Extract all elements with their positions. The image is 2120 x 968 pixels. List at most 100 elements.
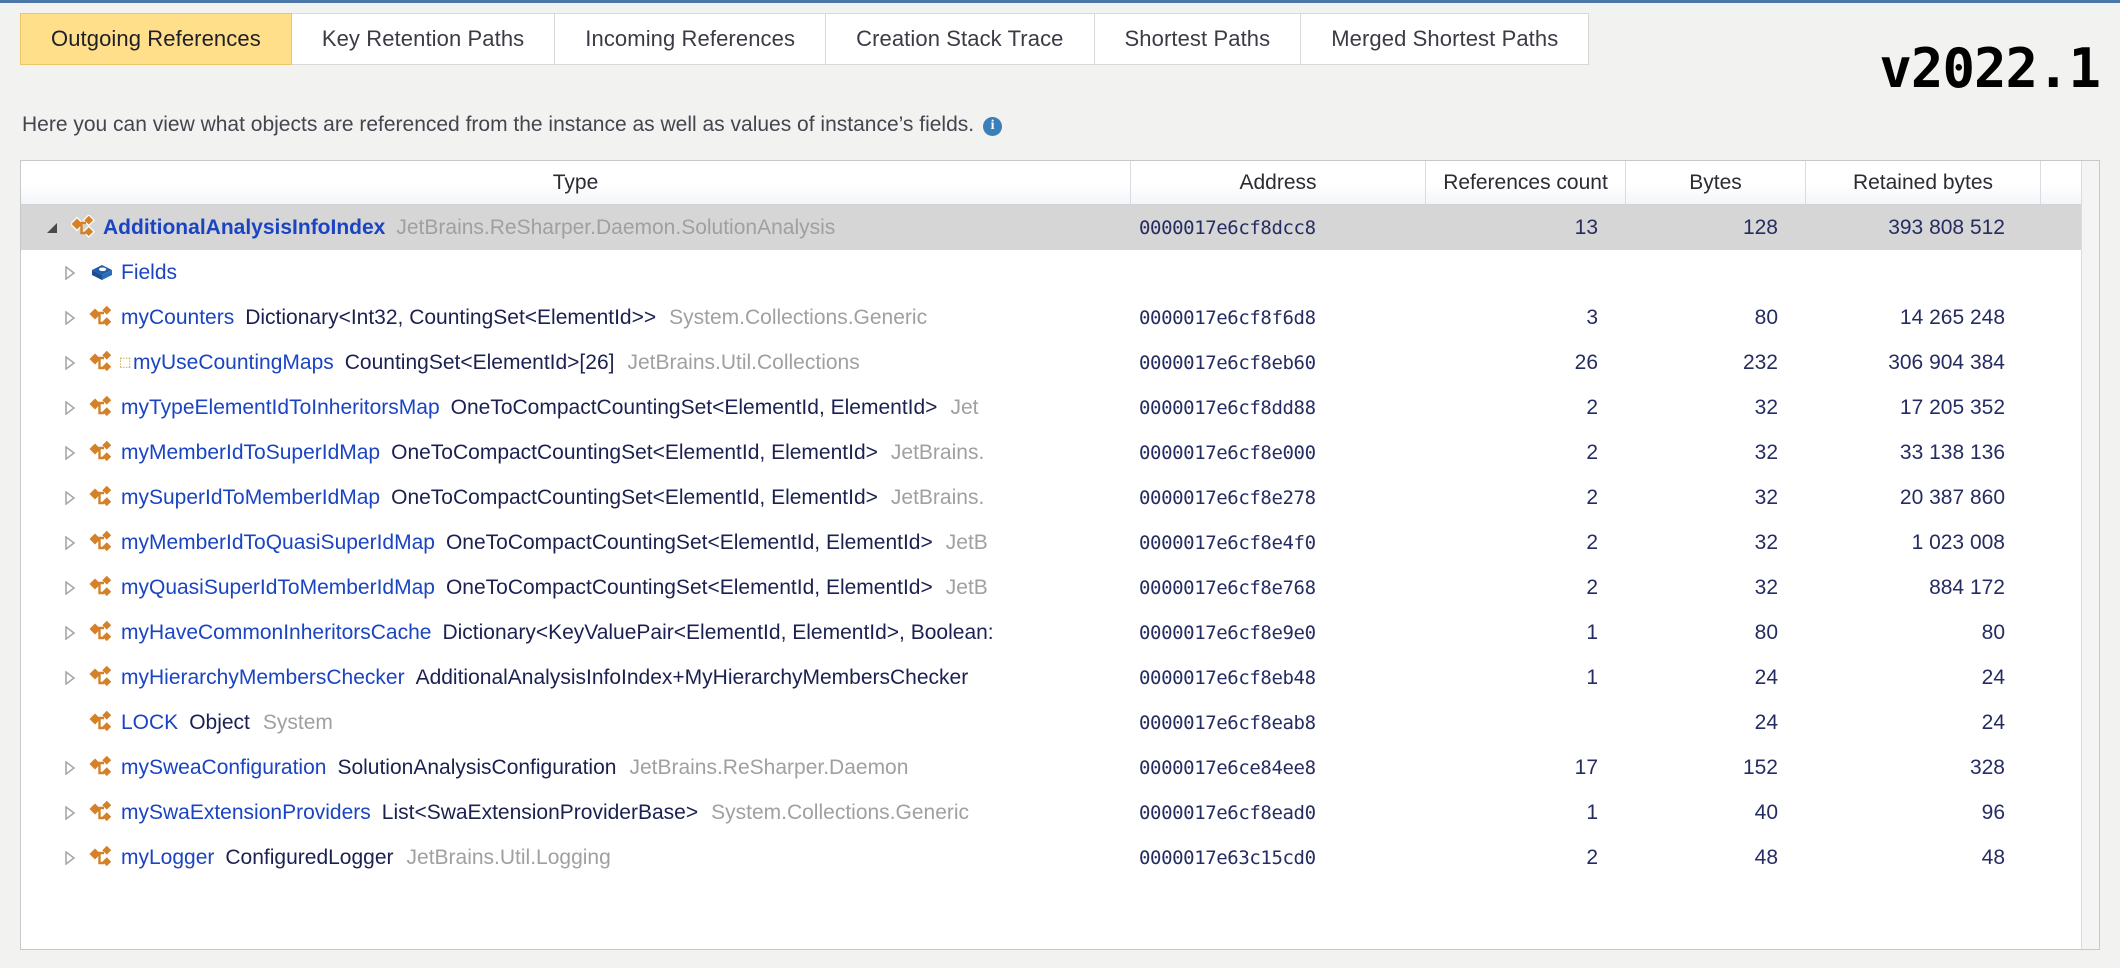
collapse-triangle-icon[interactable] — [39, 221, 65, 235]
class-icon — [83, 350, 121, 376]
fields-box-icon-glyph — [89, 260, 115, 286]
table-row[interactable]: myLoggerConfiguredLoggerJetBrains.Util.L… — [21, 835, 2099, 880]
column-header-references-count[interactable]: References count — [1426, 161, 1626, 204]
cell-address: 0000017e6cf8ead0 — [1131, 790, 1426, 835]
table-row[interactable]: mySwaExtensionProvidersList<SwaExtension… — [21, 790, 2099, 835]
column-header-type[interactable]: Type — [21, 161, 1131, 204]
cell-type: myQuasiSuperIdToMemberIdMapOneToCompactC… — [21, 565, 1131, 610]
array-badge-icon: ⬚ — [119, 356, 132, 369]
member-type: OneToCompactCountingSet<ElementId, Eleme… — [391, 486, 878, 510]
vertical-scrollbar[interactable] — [2081, 161, 2099, 950]
cell-bytes: 32 — [1626, 475, 1806, 520]
cell-bytes: 24 — [1626, 655, 1806, 700]
member-type: OneToCompactCountingSet<ElementId, Eleme… — [451, 396, 938, 420]
member-name[interactable]: myLogger — [121, 846, 214, 870]
cell-address: 0000017e6cf8eab8 — [1131, 700, 1426, 745]
member-name[interactable]: mySuperIdToMemberIdMap — [121, 486, 380, 510]
cell-retained-bytes: 306 904 384 — [1806, 340, 2041, 385]
cell-bytes: 24 — [1626, 700, 1806, 745]
table-row[interactable]: myMemberIdToSuperIdMapOneToCompactCounti… — [21, 430, 2099, 475]
member-name[interactable]: myMemberIdToQuasiSuperIdMap — [121, 531, 435, 555]
member-namespace: JetBrains. — [891, 441, 984, 465]
table-row[interactable]: ⬚myUseCountingMapsCountingSet<ElementId>… — [21, 340, 2099, 385]
class-icon-glyph — [89, 440, 115, 466]
class-icon-glyph — [89, 485, 115, 511]
info-icon[interactable]: i — [983, 117, 1002, 136]
tab-merged-shortest-paths[interactable]: Merged Shortest Paths — [1301, 13, 1589, 65]
class-icon — [83, 710, 121, 736]
expand-triangle-icon[interactable] — [57, 311, 83, 325]
outgoing-references-panel: Outgoing ReferencesKey Retention PathsIn… — [0, 0, 2120, 968]
member-name[interactable]: myHaveCommonInheritorsCache — [121, 621, 431, 645]
expand-triangle-icon[interactable] — [57, 356, 83, 370]
fields-box-icon — [83, 260, 121, 286]
cell-address: 0000017e63c15cd0 — [1131, 835, 1426, 880]
expand-triangle-icon[interactable] — [57, 581, 83, 595]
member-name[interactable]: mySwaExtensionProviders — [121, 801, 371, 825]
column-header-address[interactable]: Address — [1131, 161, 1426, 204]
expand-triangle-icon[interactable] — [57, 626, 83, 640]
cell-retained-bytes: 80 — [1806, 610, 2041, 655]
expand-triangle-icon[interactable] — [57, 671, 83, 685]
class-icon — [83, 485, 121, 511]
expand-triangle-icon[interactable] — [57, 446, 83, 460]
expand-triangle-icon[interactable] — [57, 806, 83, 820]
table-row[interactable]: myHaveCommonInheritorsCacheDictionary<Ke… — [21, 610, 2099, 655]
panel-description-text: Here you can view what objects are refer… — [22, 113, 974, 137]
member-name[interactable]: myMemberIdToSuperIdMap — [121, 441, 380, 465]
class-icon — [83, 395, 121, 421]
tab-outgoing-references[interactable]: Outgoing References — [20, 13, 292, 65]
cell-references-count: 13 — [1426, 205, 1626, 250]
cell-retained-bytes: 884 172 — [1806, 565, 2041, 610]
expand-triangle-icon[interactable] — [57, 266, 83, 280]
cell-address: 0000017e6cf8dd88 — [1131, 385, 1426, 430]
table-row[interactable]: myMemberIdToQuasiSuperIdMapOneToCompactC… — [21, 520, 2099, 565]
member-name[interactable]: myQuasiSuperIdToMemberIdMap — [121, 576, 435, 600]
tab-shortest-paths[interactable]: Shortest Paths — [1095, 13, 1302, 65]
expand-triangle-icon[interactable] — [57, 851, 83, 865]
table-row[interactable]: myHierarchyMembersCheckerAdditionalAnaly… — [21, 655, 2099, 700]
member-name[interactable]: AdditionalAnalysisInfoIndex — [103, 216, 385, 240]
class-icon-glyph — [89, 710, 115, 736]
member-name[interactable]: mySweaConfiguration — [121, 756, 326, 780]
member-name[interactable]: Fields — [121, 261, 177, 285]
expand-triangle-icon[interactable] — [57, 761, 83, 775]
table-row[interactable]: mySweaConfigurationSolutionAnalysisConfi… — [21, 745, 2099, 790]
cell-address: 0000017e6ce84ee8 — [1131, 745, 1426, 790]
member-name[interactable]: myTypeElementIdToInheritorsMap — [121, 396, 440, 420]
class-icon-glyph — [89, 800, 115, 826]
column-header-bytes[interactable]: Bytes — [1626, 161, 1806, 204]
column-header-retained-bytes[interactable]: Retained bytes — [1806, 161, 2041, 204]
cell-retained-bytes: 24 — [1806, 700, 2041, 745]
cell-type: AdditionalAnalysisInfoIndexJetBrains.ReS… — [21, 205, 1131, 250]
cell-retained-bytes: 33 138 136 — [1806, 430, 2041, 475]
table-row[interactable]: AdditionalAnalysisInfoIndexJetBrains.ReS… — [21, 205, 2099, 250]
member-name[interactable]: myHierarchyMembersChecker — [121, 666, 405, 690]
cell-type: myHaveCommonInheritorsCacheDictionary<Ke… — [21, 610, 1131, 655]
cell-type: ⬚myUseCountingMapsCountingSet<ElementId>… — [21, 340, 1131, 385]
tab-incoming-references[interactable]: Incoming References — [555, 13, 826, 65]
tab-key-retention-paths[interactable]: Key Retention Paths — [292, 13, 555, 65]
member-name[interactable]: LOCK — [121, 711, 178, 735]
cell-references-count: 3 — [1426, 295, 1626, 340]
table-row[interactable]: myQuasiSuperIdToMemberIdMapOneToCompactC… — [21, 565, 2099, 610]
table-row[interactable]: Fields — [21, 250, 2099, 295]
member-name[interactable]: myUseCountingMaps — [133, 351, 334, 375]
member-name[interactable]: myCounters — [121, 306, 234, 330]
member-namespace: Jet — [950, 396, 978, 420]
expand-triangle-icon[interactable] — [57, 536, 83, 550]
expand-triangle-icon[interactable] — [57, 491, 83, 505]
table-row[interactable]: myCountersDictionary<Int32, CountingSet<… — [21, 295, 2099, 340]
cell-retained-bytes: 393 808 512 — [1806, 205, 2041, 250]
tab-creation-stack-trace[interactable]: Creation Stack Trace — [826, 13, 1094, 65]
class-icon — [83, 575, 121, 601]
cell-address: 0000017e6cf8e768 — [1131, 565, 1426, 610]
table-row[interactable]: LOCKObjectSystem0000017e6cf8eab82424 — [21, 700, 2099, 745]
member-namespace: JetB — [946, 531, 988, 555]
cell-retained-bytes: 24 — [1806, 655, 2041, 700]
table-row[interactable]: myTypeElementIdToInheritorsMap OneToCompa… — [21, 385, 2099, 430]
class-icon-glyph — [71, 215, 97, 241]
expand-triangle-icon[interactable] — [57, 401, 83, 415]
cell-bytes: 32 — [1626, 565, 1806, 610]
table-row[interactable]: mySuperIdToMemberIdMap OneToCompactCounti… — [21, 475, 2099, 520]
